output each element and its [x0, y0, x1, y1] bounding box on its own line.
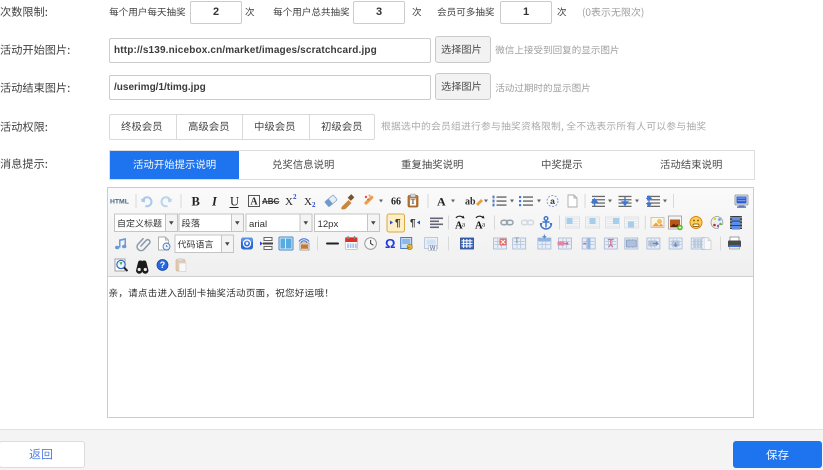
svg-text:?: ?	[160, 260, 166, 270]
svg-text:2: 2	[293, 193, 297, 201]
svg-text:X: X	[285, 196, 293, 208]
svg-text:12px: 12px	[318, 219, 339, 230]
svg-text:66: 66	[391, 197, 401, 208]
svg-text:ABC: ABC	[262, 197, 280, 206]
svg-text:X: X	[304, 196, 312, 208]
svg-text:Ω: Ω	[385, 236, 395, 251]
svg-text:U: U	[230, 195, 239, 209]
svg-text:I: I	[211, 195, 218, 209]
svg-text:B: B	[192, 195, 200, 209]
svg-text:¶: ¶	[410, 218, 416, 229]
svg-text:T: T	[411, 198, 416, 206]
svg-text:A: A	[437, 194, 446, 208]
svg-text:a: a	[462, 221, 466, 229]
svg-text:a: a	[482, 221, 486, 229]
svg-text:W: W	[430, 246, 436, 252]
svg-text:arial: arial	[249, 219, 267, 230]
svg-text:2: 2	[312, 201, 316, 209]
svg-text:¶: ¶	[395, 218, 401, 229]
svg-text:ab: ab	[465, 197, 476, 208]
svg-text:a: a	[550, 196, 555, 206]
svg-text:T: T	[515, 237, 520, 245]
svg-text:HTML: HTML	[110, 199, 129, 206]
svg-text:A: A	[250, 197, 258, 208]
